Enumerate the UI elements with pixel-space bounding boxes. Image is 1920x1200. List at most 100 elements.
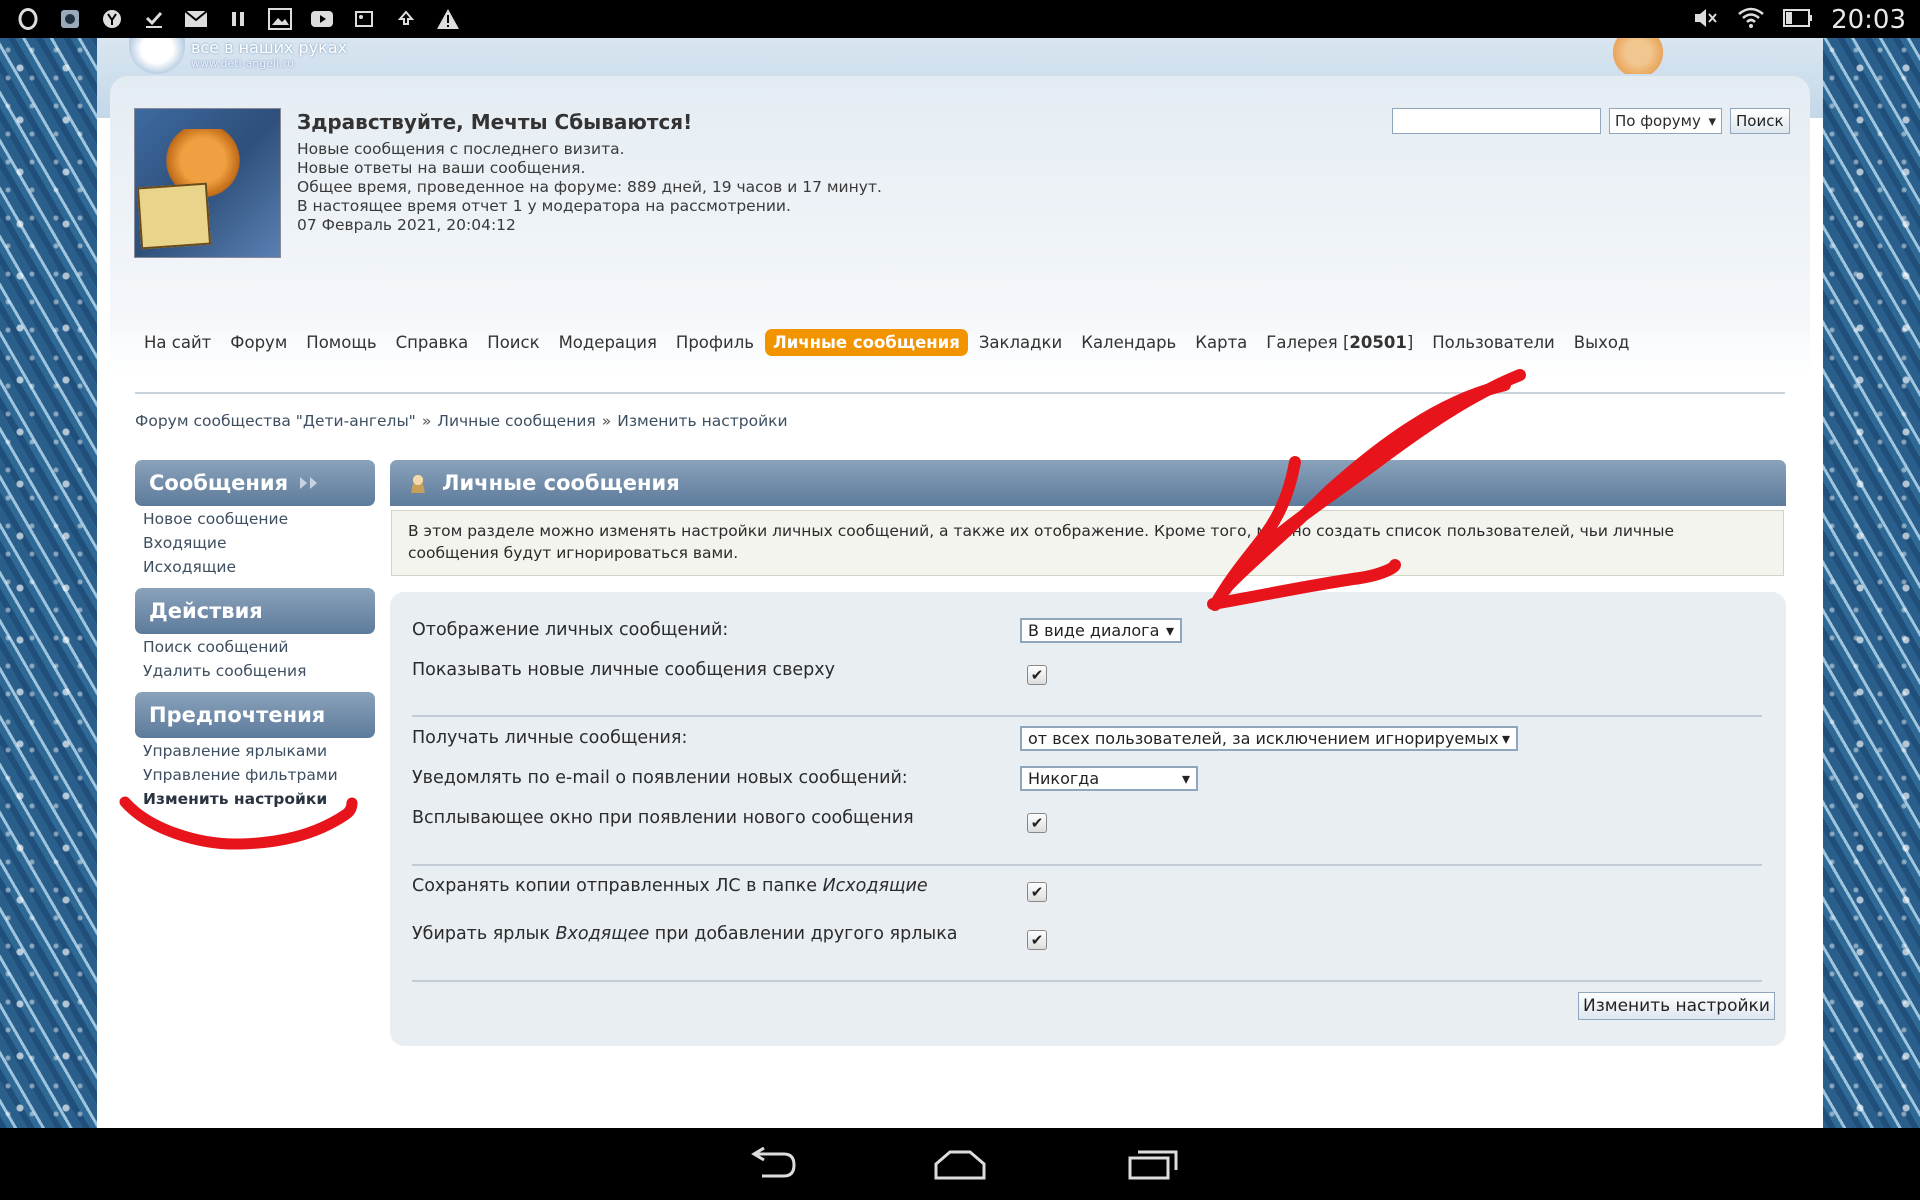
sidebar-actions-links: Поиск сообщений Удалить сообщения [143,635,306,683]
nav-item-users[interactable]: Пользователи [1424,329,1563,356]
sidebar-messages-header[interactable]: Сообщения [135,460,375,506]
gallery-label: Галерея [ [1266,333,1350,352]
nav-item-bookmarks[interactable]: Закладки [971,329,1070,356]
sidebar-item-delete-messages[interactable]: Удалить сообщения [143,659,306,683]
image-icon [266,6,294,32]
sidebar-item-manage-filters[interactable]: Управление фильтрами [143,763,338,787]
save-copies-checkbox[interactable]: ✔ [1027,882,1047,902]
sidebar-item-inbox[interactable]: Входящие [143,531,288,555]
nav-item-reference[interactable]: Справка [388,329,477,356]
welcome-title: Здравствуйте, Мечты Сбываются! [297,110,693,134]
sidebar-preferences-links: Управление ярлыками Управление фильтрами… [143,739,338,811]
hands-logo-icon [129,38,185,74]
sidebar-item-search-messages[interactable]: Поиск сообщений [143,635,306,659]
dropdown-arrow-icon: ▾ [1708,112,1716,130]
gallery-count: 20501 [1349,333,1407,352]
search-scope-value: По форуму [1615,112,1701,130]
email-notify-select[interactable]: Никогда ▾ [1020,766,1198,791]
nav-item-profile[interactable]: Профиль [668,329,762,356]
nav-item-search[interactable]: Поиск [479,329,547,356]
sidebar-item-change-settings[interactable]: Изменить настройки [143,787,338,811]
yandex-icon [98,6,126,32]
sidebar-actions-title: Действия [149,599,263,623]
download-done-icon [140,6,168,32]
save-copies-text: Сохранять копии отправленных ЛС в папке [412,876,823,896]
display-mode-select[interactable]: В виде диалога ▾ [1020,618,1182,643]
angel-decoration-icon [1603,38,1673,74]
recents-icon[interactable] [1124,1146,1184,1182]
dropdown-arrow-icon: ▾ [1165,621,1174,640]
nav-item-help[interactable]: Помощь [298,329,384,356]
nav-item-logout[interactable]: Выход [1566,329,1638,356]
nav-item-private-messages[interactable]: Личные сообщения [765,329,968,356]
breadcrumb-private-messages[interactable]: Личные сообщения [437,412,595,430]
remove-inbox-checkbox[interactable]: ✔ [1027,930,1047,950]
nav-item-calendar[interactable]: Календарь [1073,329,1184,356]
pause-icon [224,6,252,32]
receive-messages-select[interactable]: от всех пользователей, за исключением иг… [1020,726,1518,751]
browser-icon [56,6,84,32]
site-logo[interactable]: все в наших руках www.deti-angeli.ru [129,38,347,74]
youtube-icon [308,6,336,32]
show-new-first-checkbox[interactable]: ✔ [1027,665,1047,685]
android-status-bar: 20:03 [0,0,1920,38]
popup-label: Всплывающее окно при появлении нового со… [412,808,914,828]
logo-text: все в наших руках [191,38,348,57]
checkmark-icon: ✔ [1030,666,1044,684]
android-nav-bar [0,1128,1920,1200]
checkmark-icon: ✔ [1030,814,1044,832]
remove-inbox-label: Убирать ярлык Входящее при добавлении др… [412,924,957,944]
nav-item-gallery[interactable]: Галерея [20501] [1258,329,1421,356]
nav-item-forum[interactable]: Форум [222,329,295,356]
checkmark-icon: ✔ [1030,931,1044,949]
user-avatar[interactable] [134,108,281,258]
gallery-icon [350,6,378,32]
welcome-line-new-replies[interactable]: Новые ответы на ваши сообщения. [297,159,882,178]
sidebar-item-new-message[interactable]: Новое сообщение [143,507,288,531]
nav-item-site[interactable]: На сайт [136,329,219,356]
search-button[interactable]: Поиск [1730,108,1790,134]
section-divider [412,980,1762,982]
breadcrumb-change-settings[interactable]: Изменить настройки [617,412,787,430]
search-input[interactable] [1392,108,1601,134]
checkmark-icon: ✔ [1030,883,1044,901]
change-settings-button[interactable]: Изменить настройки [1578,992,1775,1020]
mute-icon [1693,6,1719,34]
receive-messages-label: Получать личные сообщения: [412,728,688,748]
email-notify-value: Никогда [1028,769,1100,788]
sidebar-messages-links: Новое сообщение Входящие Исходящие [143,507,288,579]
nav-item-map[interactable]: Карта [1187,329,1255,356]
sidebar-preferences-title: Предпочтения [149,703,326,727]
sidebar-item-outbox[interactable]: Исходящие [143,555,288,579]
receive-messages-value: от всех пользователей, за исключением иг… [1028,729,1499,748]
breadcrumb-separator: » [601,412,612,430]
breadcrumb-forum[interactable]: Форум сообщества "Дети-ангелы" [135,412,416,430]
info-box: В этом разделе можно изменять настройки … [391,510,1784,576]
logo-url: www.deti-angeli.ru [191,57,295,70]
welcome-line-total-time: Общее время, проведенное на форуме: 889 … [297,178,882,196]
battery-icon [1783,7,1813,33]
gallery-label-tail: ] [1406,333,1414,352]
welcome-line-new-messages[interactable]: Новые сообщения с последнего визита. [297,140,882,159]
section-title: Личные сообщения [442,471,680,495]
remove-inbox-text-post: при добавлении другого ярлыка [649,924,958,944]
system-icons: 20:03 [1693,5,1906,35]
user-icon [408,473,428,493]
welcome-line-datetime: 07 Февраль 2021, 20:04:12 [297,216,516,234]
dropdown-arrow-icon: ▾ [1501,729,1510,748]
breadcrumb: Форум сообщества "Дети-ангелы" » Личные … [135,412,788,430]
section-divider [412,715,1762,717]
sign-picture [136,182,212,250]
sidebar-preferences-header: Предпочтения [135,692,375,738]
section-header: Личные сообщения [390,460,1786,506]
popup-checkbox[interactable]: ✔ [1027,813,1047,833]
search-scope-select[interactable]: По форуму ▾ [1609,108,1722,134]
back-icon[interactable] [742,1146,802,1182]
save-copies-label: Сохранять копии отправленных ЛС в папке … [412,876,928,896]
nav-item-moderation[interactable]: Модерация [551,329,665,356]
status-clock: 20:03 [1831,5,1906,35]
welcome-line-report[interactable]: В настоящее время отчет 1 у модератора н… [297,197,882,216]
sidebar-item-manage-labels[interactable]: Управление ярлыками [143,739,338,763]
home-icon[interactable] [930,1146,990,1182]
search-form: По форуму ▾ Поиск [1392,108,1790,134]
